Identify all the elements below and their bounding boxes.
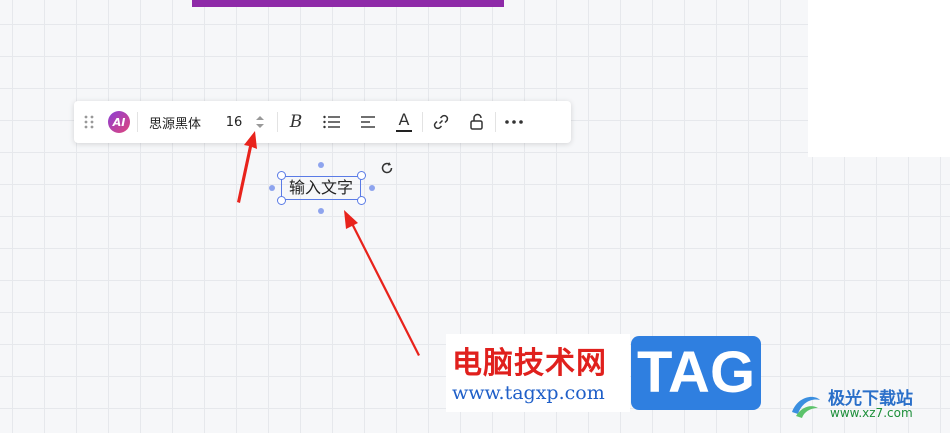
- watermark-site-block: 电脑技术网 www.tagxp.com: [446, 334, 630, 412]
- watermark-xz-url: www.xz7.com: [830, 406, 913, 420]
- watermark-site-url: www.tagxp.com: [452, 382, 605, 404]
- watermark-tag-logo: TAG: [631, 336, 761, 410]
- watermark-site-name: 电脑技术网: [452, 346, 607, 381]
- aurora-logo-icon: [792, 396, 820, 418]
- watermark-xz-block: 极光下载站 www.xz7.com: [788, 384, 946, 428]
- arrow-to-font-size: [237, 131, 257, 203]
- arrow-to-text-box: [344, 210, 420, 356]
